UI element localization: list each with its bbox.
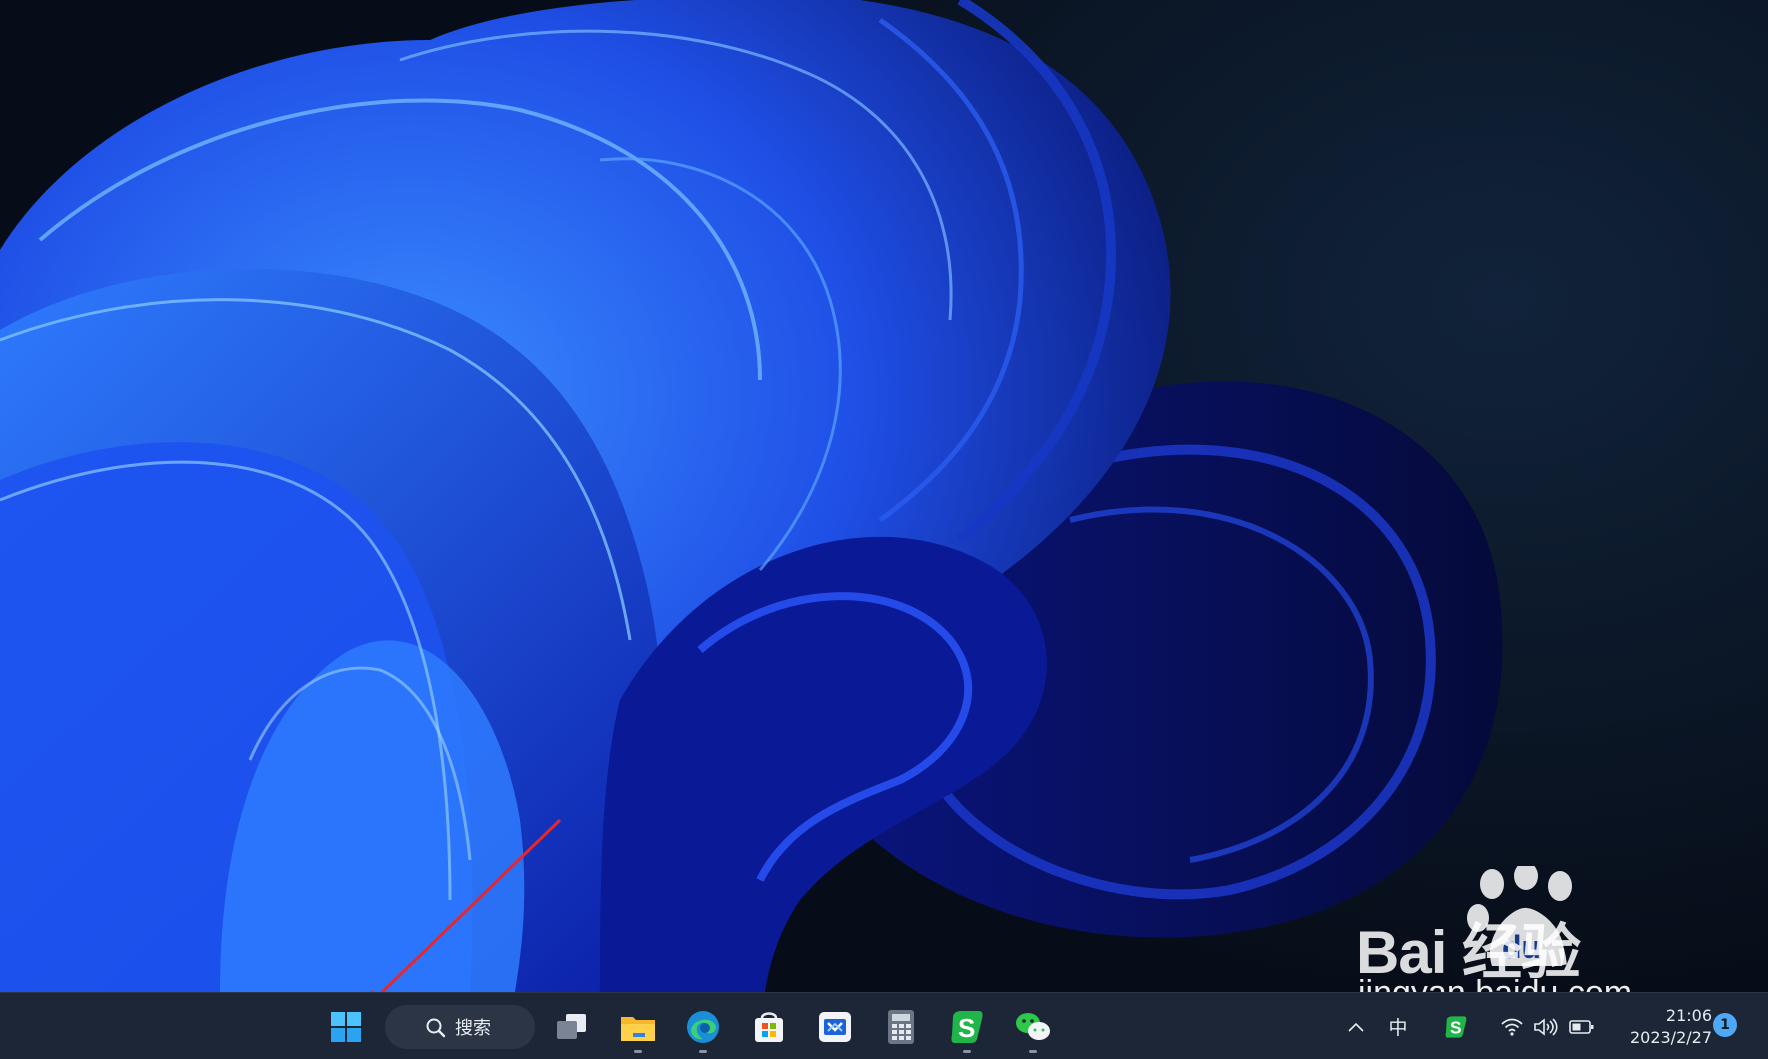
clock-date: 2023/2/27 xyxy=(1629,1028,1712,1047)
baidu-url-text: jingyan.baidu.com xyxy=(1358,974,1632,992)
file-explorer-button[interactable] xyxy=(612,1001,664,1053)
search-box[interactable]: 搜索 xyxy=(385,1005,535,1049)
wifi-button[interactable] xyxy=(1496,993,1528,1059)
start-button[interactable] xyxy=(320,1001,372,1053)
wechat-button[interactable] xyxy=(1007,1001,1059,1053)
remote-app-button[interactable] xyxy=(809,1001,861,1053)
battery-icon xyxy=(1569,1019,1594,1034)
wifi-icon xyxy=(1501,1018,1523,1036)
chevron-up-icon xyxy=(1348,1022,1364,1032)
store-icon xyxy=(755,1012,783,1042)
sogou-icon: S xyxy=(951,1011,983,1043)
folder-icon xyxy=(621,1017,655,1041)
sogou-input-button[interactable]: S xyxy=(941,1001,993,1053)
show-hidden-icons-button[interactable] xyxy=(1342,993,1370,1059)
running-indicator xyxy=(963,1050,971,1053)
svg-text:S: S xyxy=(958,1013,975,1043)
windows-logo-icon xyxy=(331,1012,361,1042)
calculator-icon xyxy=(888,1010,914,1044)
running-indicator xyxy=(634,1050,642,1053)
remote-icon xyxy=(819,1012,851,1042)
ime-indicator[interactable]: 中 xyxy=(1384,993,1412,1059)
microsoft-store-button[interactable] xyxy=(743,1001,795,1053)
running-indicator xyxy=(1029,1050,1037,1053)
volume-button[interactable] xyxy=(1530,993,1562,1059)
task-view-button[interactable] xyxy=(546,1001,598,1053)
speaker-icon xyxy=(1534,1017,1558,1036)
wallpaper-bloom xyxy=(0,0,1503,992)
sogou-tray-icon: S xyxy=(1445,1015,1467,1038)
wechat-icon xyxy=(1016,1013,1050,1040)
sogou-tray-button[interactable]: S xyxy=(1440,993,1472,1059)
clock[interactable]: 21:06 2023/2/27 xyxy=(1612,1005,1712,1049)
task-view-icon xyxy=(557,1014,586,1039)
desktop[interactable]: du Bai 经验 jingyan.baidu.com xyxy=(0,0,1768,992)
edge-icon xyxy=(687,1011,719,1043)
svg-text:S: S xyxy=(1450,1017,1462,1037)
notification-badge[interactable]: 1 xyxy=(1713,1013,1737,1037)
clock-time: 21:06 xyxy=(1665,1006,1712,1025)
edge-button[interactable] xyxy=(677,1001,729,1053)
battery-button[interactable] xyxy=(1566,993,1598,1059)
calculator-button[interactable] xyxy=(875,1001,927,1053)
running-indicator xyxy=(699,1050,707,1053)
baidu-watermark: du Bai 经验 jingyan.baidu.com xyxy=(1350,860,1750,992)
taskbar: 搜索 S 中 S 21:06 2023/2/27 1 xyxy=(0,992,1768,1059)
search-icon xyxy=(426,1018,446,1038)
search-label: 搜索 xyxy=(455,1018,491,1039)
